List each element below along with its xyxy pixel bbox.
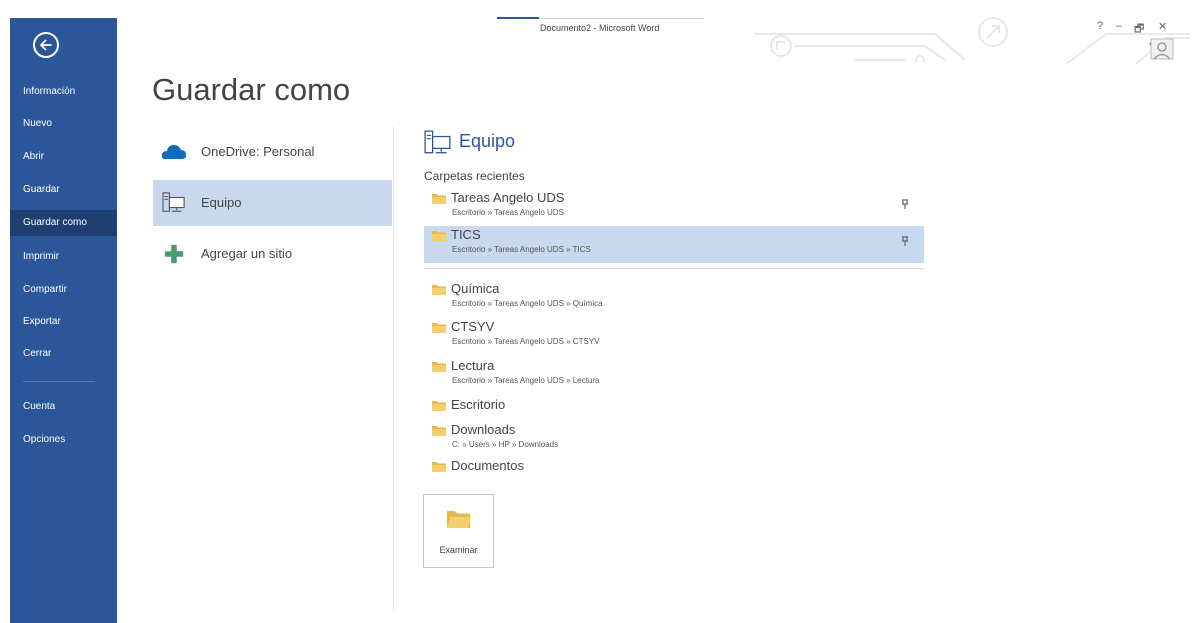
add-plus-icon: [164, 244, 184, 264]
place-label: Equipo: [201, 195, 242, 210]
place-agregar-sitio[interactable]: Agregar un sitio: [153, 231, 392, 277]
nav-cerrar[interactable]: Cerrar: [10, 341, 117, 367]
folder-item[interactable]: Downloads C: » Users » HP » Downloads: [424, 421, 924, 458]
nav-compartir[interactable]: Compartir: [10, 277, 117, 303]
circuit-decoration-icon: [755, 17, 1008, 62]
column-divider: [393, 127, 394, 611]
folder-name: CTSYV: [451, 319, 495, 334]
folder-path: Escritorio » Tareas Angelo UDS » Química: [452, 299, 603, 308]
folder-path: C: » Users » HP » Downloads: [452, 440, 559, 449]
nav-guardar-como[interactable]: Guardar como: [10, 210, 117, 236]
folder-item[interactable]: TICS Escritorio » Tareas Angelo UDS » TI…: [424, 226, 924, 263]
folder-name: Downloads: [451, 422, 516, 437]
folder-icon: [432, 401, 446, 411]
folder-item[interactable]: Lectura Escritorio » Tareas Angelo UDS »…: [424, 357, 924, 394]
computer-icon: [424, 130, 451, 154]
folder-icon: [432, 426, 446, 436]
back-button[interactable]: [33, 32, 59, 58]
window-title: Documento2 - Microsoft Word: [540, 23, 660, 33]
place-label: Agregar un sitio: [201, 246, 293, 261]
folder-name: Lectura: [451, 358, 495, 373]
folder-item[interactable]: Tareas Angelo UDS Escritorio » Tareas An…: [424, 189, 924, 226]
folder-item[interactable]: Documentos: [424, 457, 924, 477]
folder-name: Escritorio: [451, 397, 506, 412]
folder-icon: [432, 362, 446, 372]
nav-divider: [23, 381, 95, 382]
pane-title: Equipo: [459, 131, 516, 151]
computer-icon: [162, 192, 185, 212]
folder-icon: [432, 231, 446, 241]
place-onedrive[interactable]: OneDrive: Personal: [153, 129, 392, 175]
browse-label: Examinar: [439, 545, 478, 555]
folder-name: Documentos: [451, 458, 524, 473]
folder-path: Escritorio » Tareas Angelo UDS: [452, 208, 564, 217]
page-title: Guardar como: [152, 72, 351, 107]
onedrive-cloud-icon: [161, 145, 186, 159]
folder-path: Escritorio » Tareas Angelo UDS » TICS: [452, 245, 591, 254]
nav-abrir[interactable]: Abrir: [10, 144, 117, 170]
backstage-nav: Información Nuevo Abrir Guardar Guardar …: [10, 18, 117, 623]
pin-icon[interactable]: [901, 199, 909, 209]
nav-exportar[interactable]: Exportar: [10, 309, 117, 335]
folder-icon: [432, 285, 446, 295]
folder-name: Tareas Angelo UDS: [451, 190, 565, 205]
folder-name: TICS: [451, 227, 481, 242]
nav-opciones[interactable]: Opciones: [10, 427, 117, 453]
nav-imprimir[interactable]: Imprimir: [10, 244, 117, 270]
folder-path: Escritorio » Tareas Angelo UDS » Lectura: [452, 376, 600, 385]
folder-icon: [432, 194, 446, 204]
nav-nuevo[interactable]: Nuevo: [10, 111, 117, 137]
pin-icon[interactable]: [901, 236, 909, 246]
place-equipo[interactable]: Equipo: [153, 180, 392, 226]
browse-button[interactable]: Examinar: [423, 494, 494, 568]
place-label: OneDrive: Personal: [201, 144, 315, 159]
folder-icon: [432, 323, 446, 333]
user-avatar-icon[interactable]: [1150, 38, 1174, 60]
nav-informacion[interactable]: Información: [10, 79, 117, 105]
list-divider: [424, 268, 924, 269]
back-arrow-icon: [40, 39, 52, 51]
titlebar-accent: [497, 17, 539, 19]
nav-guardar[interactable]: Guardar: [10, 177, 117, 203]
folder-icon: [432, 462, 446, 472]
nav-cuenta[interactable]: Cuenta: [10, 394, 117, 420]
recent-folders-heading: Carpetas recientes: [424, 169, 525, 183]
folder-name: Química: [451, 281, 500, 296]
folder-item[interactable]: Escritorio: [424, 396, 924, 416]
folder-item[interactable]: CTSYV Escritorio » Tareas Angelo UDS » C…: [424, 318, 924, 355]
folder-path: Escritorio » Tareas Angelo UDS » CTSYV: [452, 337, 600, 346]
open-folder-icon: [447, 511, 471, 528]
titlebar-line: [539, 18, 704, 19]
folder-item[interactable]: Química Escritorio » Tareas Angelo UDS »…: [424, 280, 924, 317]
